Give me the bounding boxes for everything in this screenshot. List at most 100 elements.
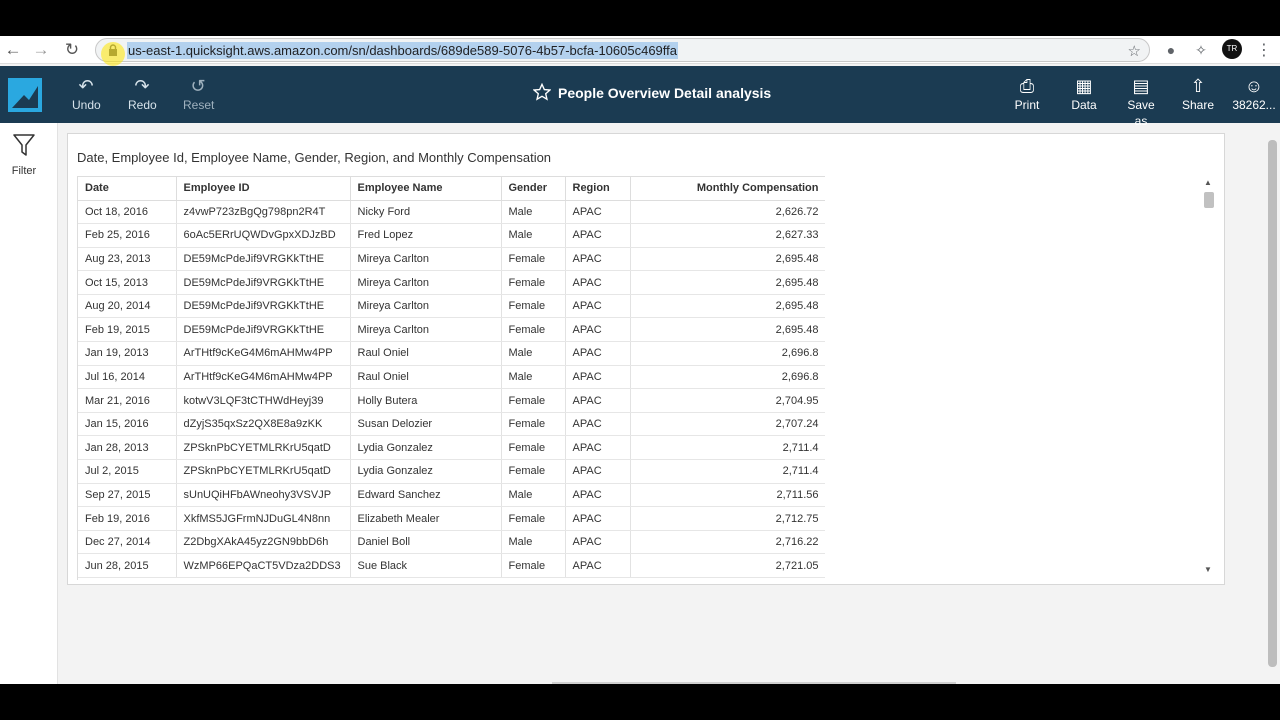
cell-date: Sep 27, 2015	[78, 483, 177, 508]
cell-employee-id: Z2DbgXAkA45yz2GN9bbD6h	[176, 530, 351, 555]
cell-gender: Female	[501, 553, 566, 578]
reset-icon: ↺	[190, 76, 206, 96]
account-button[interactable]: ☺ 38262...	[1230, 75, 1278, 113]
table-row[interactable]: Jun 28, 2015 WzMP66EPQaCT5VDza2DDS3 Sue Bl…	[78, 553, 825, 578]
table-row[interactable]: Jul 16, 2014 ArTHtf9cKeG4M6mAHMw4PP Raul O…	[78, 365, 825, 390]
table-row[interactable]: Feb 25, 2016 6oAc5ERrUQWDvGpxXDJzBD Fred L…	[78, 223, 825, 248]
cell-monthly-compensation: 2,716.22	[630, 530, 825, 555]
cell-date: Feb 19, 2016	[78, 506, 177, 531]
table-header-row: Date Employee ID Employee Name Gender Re…	[78, 177, 825, 201]
extensions-puzzle-icon[interactable]: ✧	[1192, 41, 1210, 59]
quicksight-logo-icon[interactable]	[8, 78, 42, 112]
bar-chart-icon: ▤	[1132, 76, 1150, 96]
reload-icon[interactable]: ↻	[62, 40, 82, 60]
table-row[interactable]: Sep 27, 2015 sUnUQiHFbAWneohy3VSVJP Edward…	[78, 483, 825, 508]
column-header-gender[interactable]: Gender	[501, 177, 566, 201]
cell-employee-id: DE59McPdeJif9VRGKkTtHE	[176, 247, 351, 272]
cell-employee-name: Lydia Gonzalez	[350, 459, 502, 484]
reset-label: Reset	[183, 98, 215, 112]
back-icon[interactable]: ←	[3, 40, 23, 60]
cell-employee-id: DE59McPdeJif9VRGKkTtHE	[176, 317, 351, 343]
table-row[interactable]: Oct 15, 2013 DE59McPdeJif9VRGKkTtHE Mireya…	[78, 270, 825, 295]
column-header-employee-name[interactable]: Employee Name	[350, 177, 502, 201]
column-header-region[interactable]: Region	[565, 177, 631, 201]
cell-monthly-compensation: 2,711.56	[630, 483, 825, 508]
cell-employee-name: Sue Black	[350, 553, 502, 578]
table-row[interactable]: Jan 19, 2013 ArTHtf9cKeG4M6mAHMw4PP Raul O…	[78, 341, 825, 366]
scroll-down-icon[interactable]: ▼	[1204, 565, 1212, 574]
cell-employee-name: Nicky Ford	[350, 200, 502, 225]
page-scrollbar-thumb[interactable]	[1268, 140, 1277, 667]
cell-region: APAC	[565, 365, 631, 390]
table-row[interactable]: Feb 19, 2015 DE59McPdeJif9VRGKkTtHE Mireya…	[78, 317, 825, 343]
cell-gender: Female	[501, 247, 566, 272]
redo-button[interactable]: ↷ Redo	[128, 75, 157, 113]
table-scrollbar[interactable]: ▲ ▼	[1202, 176, 1216, 576]
analysis-title: People Overview Detail analysis	[558, 85, 772, 101]
column-header-monthly-compensation[interactable]: Monthly Compensation	[630, 177, 825, 201]
print-button[interactable]: ⎙ Print	[1012, 75, 1042, 113]
table-row[interactable]: Aug 23, 2013 DE59McPdeJif9VRGKkTtHE Mireya…	[78, 247, 825, 272]
favorite-star-icon[interactable]	[533, 83, 551, 101]
table-row[interactable]: Aug 20, 2014 DE59McPdeJif9VRGKkTtHE Mireya…	[78, 294, 825, 319]
scroll-thumb[interactable]	[1204, 192, 1214, 208]
profile-avatar[interactable]: TR	[1222, 39, 1242, 59]
table-visual[interactable]: Date, Employee Id, Employee Name, Gender…	[67, 133, 1225, 585]
cell-monthly-compensation: 2,711.4	[630, 435, 825, 461]
browser-menu-icon[interactable]: ⋮	[1256, 40, 1272, 60]
save-as-button[interactable]: ▤ Save as	[1120, 75, 1162, 129]
cell-monthly-compensation: 2,695.48	[630, 317, 825, 343]
cell-gender: Male	[501, 483, 566, 508]
cell-date: Feb 19, 2015	[78, 317, 177, 343]
data-button[interactable]: ▦ Data	[1069, 75, 1099, 113]
cell-employee-id: ZPSknPbCYETMLRKrU5qatD	[176, 435, 351, 461]
data-table-container[interactable]: Date Employee ID Employee Name Gender Re…	[77, 176, 825, 580]
cell-region: APAC	[565, 412, 631, 437]
column-header-employee-id[interactable]: Employee ID	[176, 177, 351, 201]
cell-monthly-compensation: 2,627.33	[630, 223, 825, 248]
forward-icon[interactable]: →	[31, 40, 51, 60]
share-button[interactable]: ⇧ Share	[1181, 75, 1215, 113]
bookmark-star-icon[interactable]: ☆	[1128, 42, 1141, 60]
cell-region: APAC	[565, 459, 631, 484]
table-row[interactable]: Mar 21, 2016 kotwV3LQF3tCTHWdHeyj39 Holly …	[78, 388, 825, 413]
cell-gender: Female	[501, 388, 566, 413]
cell-region: APAC	[565, 200, 631, 225]
extension-globe-icon[interactable]: ●	[1162, 41, 1180, 59]
address-bar[interactable]: us-east-1.quicksight.aws.amazon.com/sn/d…	[95, 38, 1150, 62]
cell-date: Aug 20, 2014	[78, 294, 177, 319]
horizontal-scrollbar-thumb[interactable]	[552, 682, 956, 684]
cell-region: APAC	[565, 317, 631, 343]
cell-gender: Female	[501, 412, 566, 437]
cell-monthly-compensation: 2,695.48	[630, 294, 825, 319]
cell-date: Dec 27, 2014	[78, 530, 177, 555]
table-body: Oct 18, 2016 z4vwP723zBgQg798pn2R4T Nicky …	[78, 200, 825, 578]
cell-employee-name: Raul Oniel	[350, 365, 502, 390]
undo-button[interactable]: ↶ Undo	[72, 75, 101, 113]
cell-gender: Female	[501, 459, 566, 484]
table-row[interactable]: Jul 2, 2015 ZPSknPbCYETMLRKrU5qatD Lydia G…	[78, 459, 825, 484]
quicksight-toolbar: ↶ Undo ↷ Redo ↺ Reset People Overview De…	[0, 66, 1280, 128]
cell-gender: Male	[501, 200, 566, 225]
reset-button[interactable]: ↺ Reset	[183, 75, 215, 113]
cell-monthly-compensation: 2,712.75	[630, 506, 825, 531]
table-row[interactable]: Jan 28, 2013 ZPSknPbCYETMLRKrU5qatD Lydia …	[78, 435, 825, 461]
cell-date: Aug 23, 2013	[78, 247, 177, 272]
cell-monthly-compensation: 2,721.05	[630, 553, 825, 578]
table-row[interactable]: Oct 18, 2016 z4vwP723zBgQg798pn2R4T Nicky …	[78, 200, 825, 225]
cell-region: APAC	[565, 388, 631, 413]
cell-date: Jan 19, 2013	[78, 341, 177, 366]
cell-employee-id: ArTHtf9cKeG4M6mAHMw4PP	[176, 341, 351, 366]
cell-date: Jan 15, 2016	[78, 412, 177, 437]
scroll-up-icon[interactable]: ▲	[1204, 178, 1212, 187]
cell-employee-id: DE59McPdeJif9VRGKkTtHE	[176, 294, 351, 319]
column-header-date[interactable]: Date	[78, 177, 177, 201]
cell-employee-id: 6oAc5ERrUQWDvGpxXDJzBD	[176, 223, 351, 248]
cell-employee-id: kotwV3LQF3tCTHWdHeyj39	[176, 388, 351, 413]
table-row[interactable]: Jan 15, 2016 dZyjS35qxSz2QX8E8a9zKK Susan …	[78, 412, 825, 437]
cell-gender: Male	[501, 223, 566, 248]
table-row[interactable]: Feb 19, 2016 XkfMS5JGFrmNJDuGL4N8nn Elizab…	[78, 506, 825, 531]
data-table: Date Employee ID Employee Name Gender Re…	[78, 177, 825, 578]
cell-region: APAC	[565, 341, 631, 366]
table-row[interactable]: Dec 27, 2014 Z2DbgXAkA45yz2GN9bbD6h Daniel…	[78, 530, 825, 555]
